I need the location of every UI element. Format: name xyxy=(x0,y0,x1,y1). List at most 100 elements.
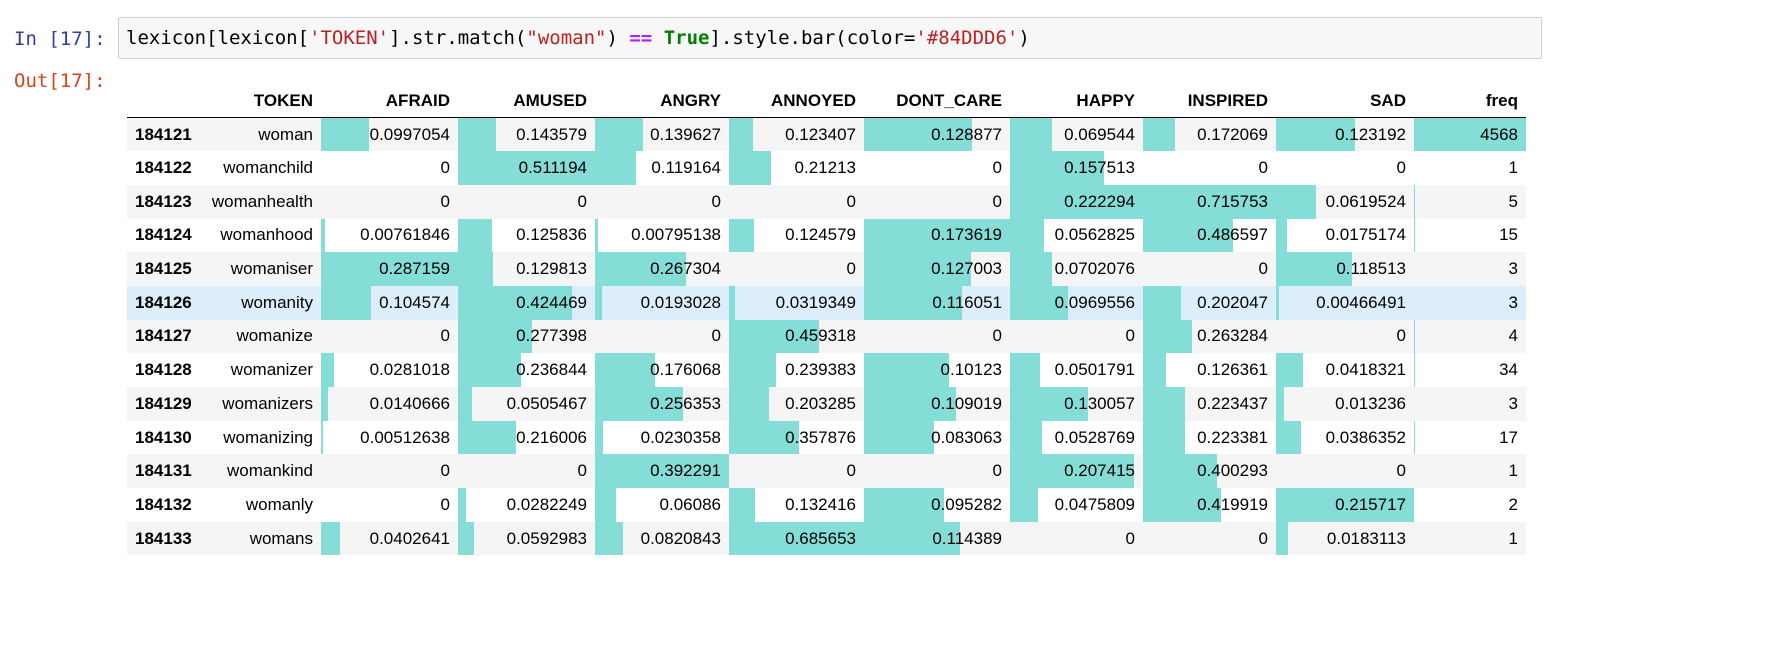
data-bar xyxy=(595,118,643,152)
value-text: 0.21213 xyxy=(794,158,856,178)
value-text: 0.00761846 xyxy=(360,225,450,245)
data-bar xyxy=(1414,353,1415,387)
table-row[interactable]: 184127 womanize 0 0.277398 0 0.459318 0 0 0.2632… xyxy=(127,319,1526,354)
value-cell: 0.486597 xyxy=(1143,218,1276,253)
value-cell: 0 xyxy=(864,185,1010,219)
table-row[interactable]: 184130 womanizing 0.00512638 0.216006 0.0230… xyxy=(127,420,1526,455)
value-cell: 0 xyxy=(1276,454,1414,488)
value-cell: 3 xyxy=(1414,252,1526,286)
value-text: 0.222294 xyxy=(1064,191,1135,211)
value-text: 0.114389 xyxy=(932,528,1002,548)
table-row[interactable]: 184132 womanly 0 0.0282249 0.06086 0.132416 0.… xyxy=(127,488,1526,522)
value-cell: 0 xyxy=(729,185,864,219)
column-header: DONT_CARE xyxy=(864,84,1010,118)
table-row[interactable]: 184123 womanhealth 0 0 0 0 0 0.222294 0.715753 0.… xyxy=(127,184,1526,219)
value-cell: 0.0528769 xyxy=(1010,420,1143,455)
value-text: 0.256353 xyxy=(650,393,721,413)
value-cell: 5 xyxy=(1414,184,1526,219)
table-row[interactable]: 184133 womans 0.0402641 0.0592983 0.0820843 0… xyxy=(127,521,1526,556)
data-bar xyxy=(595,151,636,185)
value-cell: 0.0505467 xyxy=(458,387,595,421)
code-keyword: True xyxy=(663,27,710,49)
value-cell: 0.0386352 xyxy=(1276,420,1414,455)
data-bar xyxy=(1143,353,1167,387)
value-cell: 0.0319349 xyxy=(729,285,864,320)
value-text: 0.0562825 xyxy=(1054,225,1135,245)
value-text: 0.00466491 xyxy=(1316,292,1406,312)
value-cell: 0.0230358 xyxy=(595,420,729,455)
table-row[interactable]: 184126 womanity 0.104574 0.424469 0.0193028 0… xyxy=(127,285,1526,320)
row-index: 184131 xyxy=(135,461,192,481)
table-body: 184121 woman 0.0997054 0.143579 0.139627 0.12… xyxy=(127,117,1526,556)
value-cell: 1 xyxy=(1414,454,1526,488)
table-row[interactable]: 184124 womanhood 0.00761846 0.125836 0.00795… xyxy=(127,218,1526,253)
value-cell: 0.126361 xyxy=(1143,353,1276,387)
value-text: 0.128877 xyxy=(931,124,1002,144)
value-cell: 0.0562825 xyxy=(1010,218,1143,253)
token-cell: womanizer xyxy=(202,353,321,387)
value-cell: 15 xyxy=(1414,218,1526,253)
value-text: 0.013236 xyxy=(1335,393,1406,413)
value-text: 4568 xyxy=(1480,124,1518,144)
value-text: 0.277398 xyxy=(516,326,587,346)
value-text: 0.095282 xyxy=(931,494,1002,514)
table-row[interactable]: 184125 womaniser 0.287159 0.129813 0.267304 0… xyxy=(127,252,1526,286)
data-bar xyxy=(1010,420,1042,455)
table-row[interactable]: 184129 womanizers 0.0140666 0.0505467 0.2563… xyxy=(127,387,1526,421)
value-text: 0.715753 xyxy=(1197,191,1268,211)
token-cell: womaniser xyxy=(202,252,321,286)
value-text: 0.0402641 xyxy=(369,528,450,548)
value-text: 0 xyxy=(1258,158,1268,178)
value-text: 0.139627 xyxy=(650,124,721,144)
value-cell: 0 xyxy=(595,320,729,354)
data-bar xyxy=(1143,387,1185,421)
value-text: 0.10123 xyxy=(940,360,1002,380)
column-header: ANGRY xyxy=(595,84,729,118)
value-cell: 0.06086 xyxy=(595,488,729,522)
table-row[interactable]: 184128 womanizer 0.0281018 0.236844 0.176068… xyxy=(127,353,1526,387)
column-header: SAD xyxy=(1276,84,1414,118)
value-cell: 0.139627 xyxy=(595,118,729,152)
dataframe-table: TOKEN AFRAID AMUSED ANGRY ANNOYED DONT_CARE HA… xyxy=(127,84,1526,556)
value-cell: 0.176068 xyxy=(595,353,729,387)
token-cell: womanizing xyxy=(202,421,321,455)
data-bar xyxy=(595,521,624,556)
value-cell: 0 xyxy=(321,488,458,522)
token-text: womanizer xyxy=(230,360,313,380)
value-cell: 0.109019 xyxy=(864,387,1010,421)
token-cell: womanly xyxy=(202,488,321,522)
data-bar xyxy=(1143,319,1192,354)
value-cell: 0.207415 xyxy=(1010,454,1143,489)
value-text: 0 xyxy=(992,461,1002,481)
data-bar xyxy=(864,353,950,387)
value-cell: 0.0619524 xyxy=(1276,184,1414,219)
value-text: 0.0475809 xyxy=(1054,494,1135,514)
value-text: 17 xyxy=(1499,427,1518,447)
data-bar xyxy=(321,218,325,253)
token-text: womanhealth xyxy=(211,191,313,211)
data-bar xyxy=(729,218,754,253)
value-text: 0.123407 xyxy=(785,124,856,144)
value-cell: 0 xyxy=(321,320,458,354)
value-cell: 0 xyxy=(864,320,1010,354)
value-text: 0.267304 xyxy=(650,259,721,279)
value-text: 0.203285 xyxy=(785,393,856,413)
row-index: 184128 xyxy=(135,360,192,380)
table-row[interactable]: 184122 womanchild 0 0.511194 0.119164 0.21213… xyxy=(127,151,1526,185)
value-cell: 0 xyxy=(1010,522,1143,556)
table-row[interactable]: 184131 womankind 0 0 0.392291 0 0 0.207415 0.400… xyxy=(127,454,1526,489)
value-text: 3 xyxy=(1508,292,1518,312)
value-cell: 0.287159 xyxy=(321,252,458,286)
value-text: 0.0969556 xyxy=(1054,292,1135,312)
token-cell: womankind xyxy=(202,454,321,488)
token-text: womanize xyxy=(236,326,313,346)
value-cell: 0.127003 xyxy=(864,252,1010,286)
table-row[interactable]: 184121 woman 0.0997054 0.143579 0.139627 0.12… xyxy=(127,117,1526,152)
code-input-cell[interactable]: lexicon[lexicon['TOKEN'].str.match("woma… xyxy=(118,17,1542,59)
value-text: 0.104574 xyxy=(379,292,450,312)
value-cell: 0.203285 xyxy=(729,387,864,421)
column-header: ANNOYED xyxy=(729,84,864,118)
value-cell: 0.0402641 xyxy=(321,521,458,556)
data-bar xyxy=(458,521,474,556)
